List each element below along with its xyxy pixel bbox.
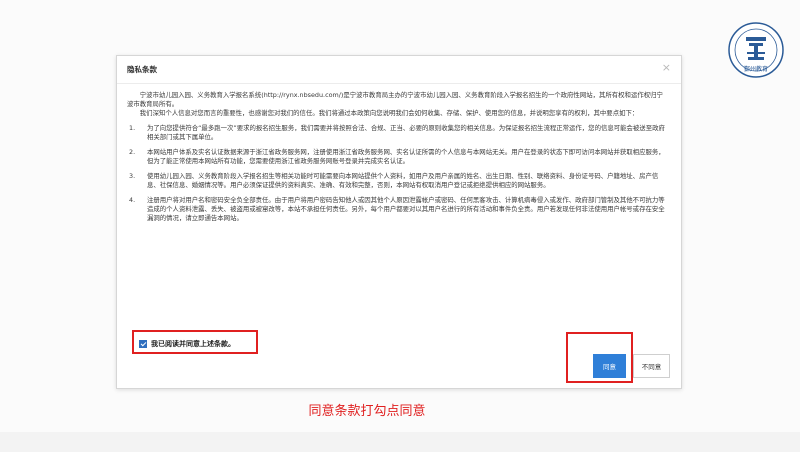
close-icon[interactable]: × [662,62,671,73]
clause-item: 2. 本网站用户体系及实名认证数据来源于浙江省政务服务网，注册使用浙江省政务服务… [127,148,669,166]
intro-paragraph: 宁波市幼儿园入园、义务教育入学报名系统(http://rynx.nbsedu.c… [127,91,663,108]
clause-text: 使用幼儿园入园、义务教育阶段入学报名招生等相关功能时可能需要向本网站提供个人资料… [147,172,659,189]
clause-number: 4. [129,196,136,204]
slide-footer-stripe [0,432,800,452]
clause-item: 1. 为了向您提供符合“最多跑一次”要求的报名招生服务，我们需要并将按照合法、合… [127,124,669,142]
instruction-caption: 同意条款打勾点同意 [308,404,426,419]
checkbox-highlight-box [132,330,258,354]
clause-number: 2. [129,148,136,156]
clause-text: 本网站用户体系及实名认证数据来源于浙江省政务服务网，注册使用浙江省政务服务网、实… [147,148,665,165]
dialog-body: 宁波市幼儿园入园、义务教育入学报名系统(http://rynx.nbsedu.c… [127,91,669,223]
clause-text: 注册用户将对用户名和密码安全负全部责任。由于用户将用户密码告知他人或因其他个人原… [147,196,665,222]
clause-text: 为了向您提供符合“最多跑一次”要求的报名招生服务，我们需要并将按照合法、合规、正… [147,124,665,141]
logo-caption: 鄞州教育 [743,66,768,73]
clause-number: 3. [129,172,136,180]
dialog-header: 隐私条款 × [117,56,681,84]
clause-number: 1. [129,124,136,132]
disagree-button[interactable]: 不同意 [633,354,670,378]
intro-paragraph: 我们深知个人信息对您而言的重要性，也感谢您对我们的信任。我们将通过本政策向您说明… [139,109,639,117]
clause-item: 3. 使用幼儿园入园、义务教育阶段入学报名招生等相关功能时可能需要向本网站提供个… [127,172,669,190]
clause-item: 4. 注册用户将对用户名和密码安全负全部责任。由于用户将用户密码告知他人或因其他… [127,196,669,223]
agree-button[interactable]: 同意 [593,354,626,378]
dialog-title: 隐私条款 [127,65,157,74]
